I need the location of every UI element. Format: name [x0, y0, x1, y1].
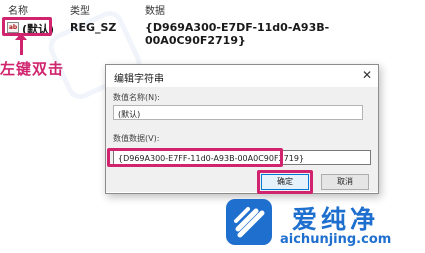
value-name-field: (默认) [113, 105, 363, 120]
column-data[interactable]: 数据 [145, 2, 165, 17]
column-type[interactable]: 类型 [70, 2, 90, 17]
value-type: REG_SZ [70, 21, 117, 34]
watermark-text: 爱纯净 [292, 205, 380, 234]
watermark-url: aichunjing.com [280, 232, 392, 247]
dialog-title: 编辑字符串 [114, 74, 164, 85]
column-name[interactable]: 名称 [8, 2, 28, 17]
highlight-box-value [107, 148, 283, 167]
close-icon[interactable]: ✕ [362, 68, 372, 82]
dialog-body: 数值名称(N): (默认) 数值数据(V): {D969A300-E7FF-11… [106, 87, 378, 194]
annotation-text: 左键双击 [0, 60, 65, 78]
column-header: 名称 类型 数据 [0, 0, 425, 17]
edit-string-dialog: 编辑字符串 ✕ 数值名称(N): (默认) 数值数据(V): {D969A300… [105, 64, 379, 194]
arrow-shaft [20, 37, 23, 55]
watermark-logo-icon [226, 199, 272, 245]
registry-value-row[interactable]: ab (默认) REG_SZ {D969A300-E7DF-11d0-A93B-… [0, 19, 425, 47]
value-name-label: 数值名称(N): [113, 93, 160, 102]
highlight-box-ok [257, 170, 313, 194]
dialog-titlebar[interactable]: 编辑字符串 ✕ [106, 65, 378, 87]
value-data: {D969A300-E7DF-11d0-A93B-00A0C90F2719} [145, 21, 330, 47]
highlight-box-name [2, 17, 52, 36]
cancel-button[interactable]: 取消 [321, 174, 369, 190]
value-data-label: 数值数据(V): [113, 134, 160, 143]
